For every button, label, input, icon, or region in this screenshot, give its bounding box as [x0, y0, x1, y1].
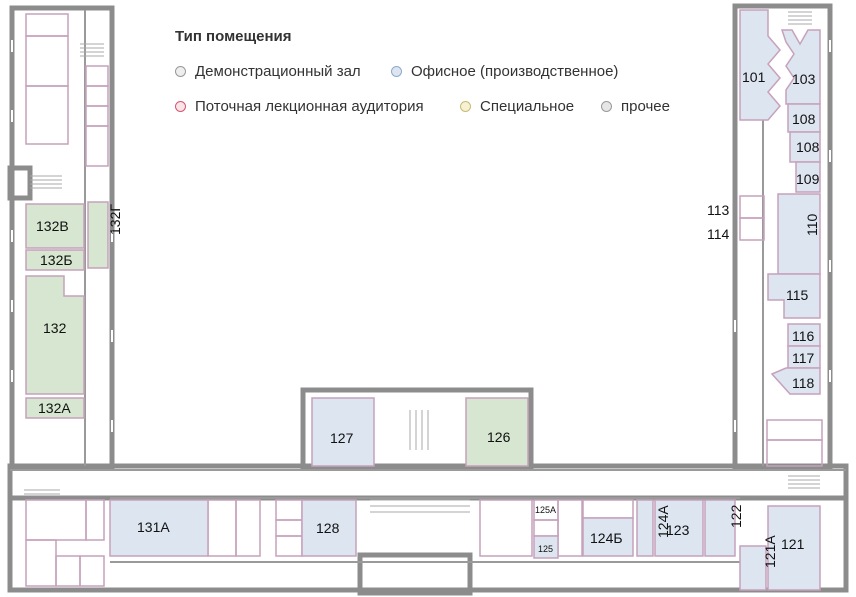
room-label-125: 125	[538, 544, 553, 554]
legend-dot-special	[460, 101, 471, 112]
room-label-125A: 125А	[535, 505, 556, 515]
legend-item-demo-hall[interactable]: Демонстрационный зал	[175, 63, 361, 80]
special-rooms	[25, 201, 529, 467]
legend-item-lecture-hall[interactable]: Поточная лекционная аудитория	[175, 98, 424, 115]
room-label-109: 109	[796, 171, 820, 187]
room-label-108a: 108	[792, 111, 816, 127]
legend: Тип помещения Демонстрационный зал Офисн…	[175, 28, 735, 128]
room-label-117: 117	[792, 350, 815, 366]
room-label-132B: 132Б	[40, 252, 73, 268]
legend-label-lecture-hall: Поточная лекционная аудитория	[195, 98, 424, 115]
legend-dot-lecture-hall	[175, 101, 186, 112]
room-label-128: 128	[316, 520, 340, 536]
room-label-127: 127	[330, 430, 354, 446]
legend-label-demo-hall: Демонстрационный зал	[195, 63, 361, 80]
room-label-132: 132	[43, 320, 67, 336]
room-label-126: 126	[487, 429, 511, 445]
room-label-118: 118	[792, 375, 815, 391]
room-label-114: 114	[707, 226, 730, 242]
legend-item-special[interactable]: Специальное	[460, 98, 574, 115]
legend-label-office: Офисное (производственное)	[411, 63, 619, 80]
room-label-116: 116	[792, 328, 815, 344]
room-label-132G: 132Г	[107, 204, 123, 235]
room-label-124B: 124Б	[590, 530, 623, 546]
legend-item-office[interactable]: Офисное (производственное)	[391, 63, 618, 80]
room-label-113: 113	[707, 202, 730, 218]
room-label-101: 101	[742, 69, 766, 85]
room-label-115: 115	[786, 287, 809, 303]
room-label-132V: 132В	[36, 218, 69, 234]
legend-title: Тип помещения	[175, 28, 292, 45]
room-label-122: 122	[728, 504, 744, 528]
room-label-110: 110	[804, 213, 820, 236]
room-label-103: 103	[792, 71, 816, 87]
room-labels: 101 103 108 108 109 113 114 110 115 116 …	[36, 69, 820, 568]
room-label-121A: 121А	[762, 535, 778, 568]
room-label-132A: 132А	[38, 400, 71, 416]
room-label-121: 121	[781, 536, 805, 552]
legend-label-special: Специальное	[480, 98, 575, 115]
room-label-131A: 131А	[137, 519, 170, 535]
legend-label-other: прочее	[621, 98, 670, 115]
legend-dot-other	[601, 101, 612, 112]
legend-item-other[interactable]: прочее	[601, 98, 670, 115]
room-label-124A: 124А	[655, 505, 671, 538]
legend-dot-office	[391, 66, 402, 77]
room-label-108b: 108	[796, 139, 820, 155]
legend-dot-demo-hall	[175, 66, 186, 77]
